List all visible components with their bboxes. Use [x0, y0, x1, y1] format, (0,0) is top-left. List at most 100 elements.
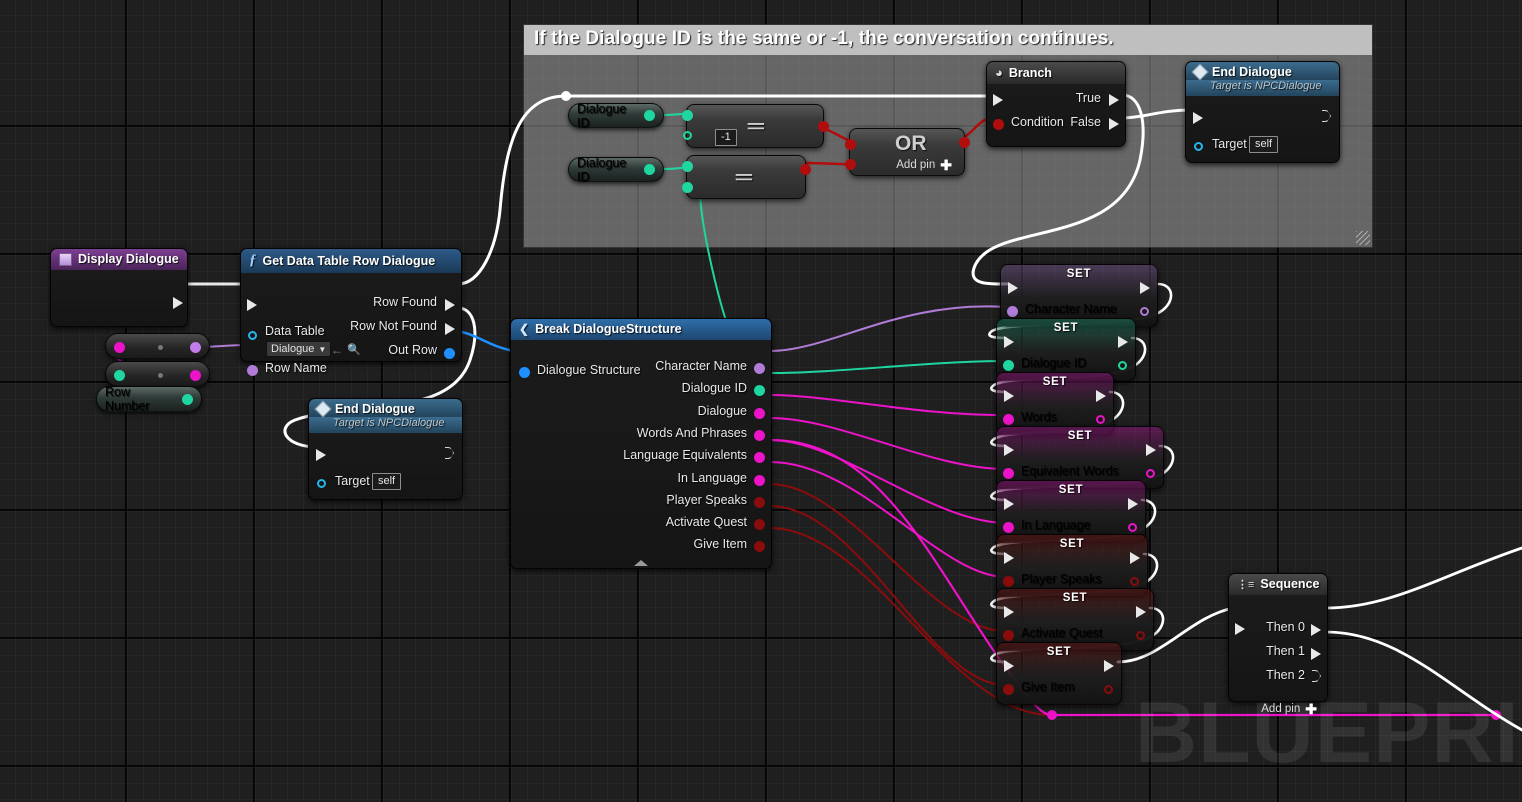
exec-out-pin[interactable] — [1136, 606, 1146, 618]
node-end-dialogue-right[interactable]: End Dialogue Target is NPCDialogue Targe… — [1185, 61, 1340, 163]
dialogue-id-out-pin[interactable] — [644, 110, 655, 121]
exec-in-pin[interactable] — [1004, 660, 1014, 672]
value-output-pin[interactable] — [1136, 631, 1145, 640]
reroute-out-pin[interactable] — [190, 370, 201, 381]
target-value[interactable]: self — [1249, 136, 1279, 153]
or-out-pin[interactable] — [959, 137, 970, 148]
value-input-pin[interactable] — [1003, 360, 1014, 371]
target-input-pin[interactable] — [317, 479, 326, 488]
break-output-pin[interactable] — [754, 496, 765, 508]
target-input-pin[interactable] — [1194, 142, 1203, 151]
node-row-number-getter[interactable]: Row Number — [96, 385, 202, 413]
node-equals-1[interactable]: -1 == — [682, 104, 829, 148]
node-equals-2[interactable]: == — [682, 155, 811, 199]
exec-out-pin[interactable] — [1104, 660, 1114, 672]
value-output-pin[interactable] — [1096, 415, 1105, 424]
break-output-pin[interactable] — [754, 385, 765, 397]
out-row-pin[interactable] — [444, 348, 455, 359]
value-output-pin[interactable] — [1140, 307, 1149, 316]
break-output-pin[interactable] — [754, 452, 765, 464]
exec-out-pin[interactable] — [1096, 390, 1106, 402]
node-break-dialogue-structure[interactable]: ❮ Break DialogueStructure Dialogue Struc… — [510, 318, 772, 569]
exec-in-pin[interactable] — [247, 299, 257, 311]
exec-out-pin[interactable] — [1140, 282, 1150, 294]
reroute-in-pin[interactable] — [114, 342, 125, 353]
exec-out-pin[interactable] — [445, 447, 454, 459]
exec-out-pin[interactable] — [1128, 498, 1138, 510]
true-exec-pin[interactable] — [1109, 94, 1119, 106]
data-table-input-pin[interactable] — [248, 331, 257, 340]
exec-in-pin[interactable] — [1004, 336, 1014, 348]
equals-a-pin[interactable] — [682, 110, 693, 121]
break-output-pin[interactable] — [754, 541, 765, 553]
row-not-found-exec-pin[interactable] — [445, 323, 455, 335]
search-icon[interactable]: 🔍 — [347, 343, 361, 356]
value-output-pin[interactable] — [1146, 469, 1155, 478]
then-2-exec-pin[interactable] — [1312, 670, 1321, 682]
node-get-data-table-row-dialogue[interactable]: ƒ Get Data Table Row Dialogue Data Table… — [240, 248, 462, 376]
node-dialogue-id-getter-2[interactable]: Dialogue ID — [568, 156, 664, 184]
row-number-out-pin[interactable] — [182, 393, 193, 405]
break-output-pin[interactable] — [754, 429, 765, 441]
break-output-pin[interactable] — [754, 363, 765, 374]
value-input-pin[interactable] — [1003, 414, 1014, 425]
exec-in-pin[interactable] — [1004, 606, 1014, 618]
value-output-pin[interactable] — [1104, 685, 1113, 694]
node-end-dialogue-left[interactable]: End Dialogue Target is NPCDialogue Targe… — [308, 398, 463, 500]
node-or[interactable]: OR Add pin ✚ — [845, 128, 970, 176]
exec-in-pin[interactable] — [1004, 498, 1014, 510]
equals-out-pin[interactable] — [800, 164, 811, 175]
target-value[interactable]: self — [372, 473, 402, 490]
reroute-in-pin[interactable] — [114, 370, 125, 381]
condition-input-pin[interactable] — [993, 119, 1004, 130]
or-b-pin[interactable] — [845, 159, 856, 170]
node-dialogue-id-getter-1[interactable]: Dialogue ID — [568, 102, 664, 130]
break-output-pin[interactable] — [754, 519, 765, 531]
equals-b-value[interactable]: -1 — [715, 129, 737, 146]
value-output-pin[interactable] — [1130, 577, 1139, 586]
node-sequence[interactable]: ⋮≡ Sequence Then 0 Then 1 Then 2 Add pin… — [1228, 573, 1328, 716]
equals-b-pin[interactable] — [683, 131, 692, 140]
exec-in-pin[interactable] — [1004, 444, 1014, 456]
false-exec-pin[interactable] — [1109, 118, 1119, 130]
value-input-pin[interactable] — [1003, 576, 1014, 587]
value-input-pin[interactable] — [1003, 468, 1014, 479]
comment-resize-grip[interactable] — [1356, 231, 1370, 245]
exec-out-pin[interactable] — [173, 297, 183, 309]
exec-out-pin[interactable] — [1146, 444, 1156, 456]
dialogue-id-out-pin[interactable] — [644, 164, 655, 175]
equals-a-pin[interactable] — [682, 161, 693, 172]
equals-out-pin[interactable] — [818, 121, 829, 132]
comment-title[interactable]: If the Dialogue ID is the same or -1, th… — [524, 25, 1372, 55]
row-name-input-pin[interactable] — [247, 365, 258, 376]
row-found-exec-pin[interactable] — [445, 299, 455, 311]
node-display-dialogue[interactable]: Display Dialogue — [50, 248, 188, 327]
break-output-pin[interactable] — [754, 474, 765, 486]
value-input-pin[interactable] — [1003, 522, 1014, 533]
or-add-pin-button[interactable]: Add pin ✚ — [888, 158, 960, 172]
then-1-exec-pin[interactable] — [1311, 648, 1321, 660]
data-table-dropdown[interactable]: Dialogue ▼ — [266, 341, 332, 357]
exec-out-pin[interactable] — [1130, 552, 1140, 564]
blueprint-graph-canvas[interactable]: If the Dialogue ID is the same or -1, th… — [0, 0, 1522, 802]
node-set-give-item[interactable]: SET Give Item — [996, 642, 1122, 705]
exec-in-pin[interactable] — [316, 449, 326, 461]
exec-out-pin[interactable] — [1118, 336, 1128, 348]
exec-in-pin[interactable] — [1004, 390, 1014, 402]
sequence-add-pin-button[interactable]: Add pin ✚ — [1253, 702, 1325, 716]
reroute-node-2[interactable] — [105, 361, 210, 387]
dialogue-structure-input-pin[interactable] — [519, 367, 530, 378]
exec-out-pin[interactable] — [1322, 110, 1331, 122]
browse-back-icon[interactable]: ← — [331, 343, 343, 357]
value-input-pin[interactable] — [1003, 630, 1014, 641]
then-0-exec-pin[interactable] — [1311, 624, 1321, 636]
node-branch[interactable]: ◕ Branch Condition True False — [986, 61, 1126, 147]
value-output-pin[interactable] — [1118, 361, 1127, 370]
exec-in-pin[interactable] — [1004, 552, 1014, 564]
value-input-pin[interactable] — [1003, 684, 1014, 695]
value-input-pin[interactable] — [1007, 306, 1018, 317]
reroute-node-1[interactable] — [105, 333, 210, 359]
exec-in-pin[interactable] — [1193, 112, 1203, 124]
exec-in-pin[interactable] — [1008, 282, 1018, 294]
or-a-pin[interactable] — [845, 139, 856, 150]
